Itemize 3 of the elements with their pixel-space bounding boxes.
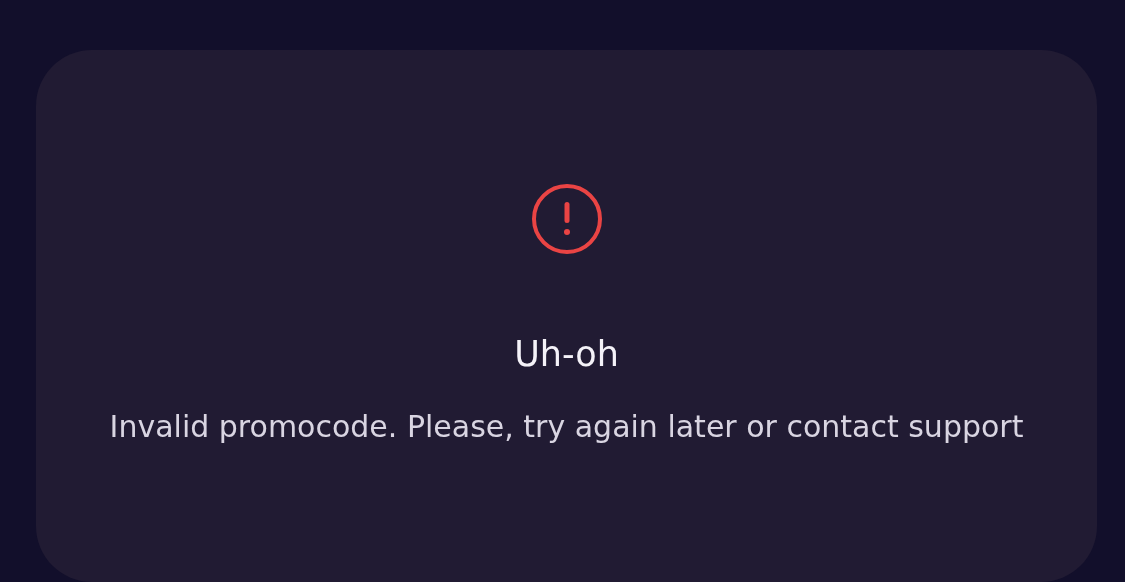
alert-title: Uh-oh [514, 334, 619, 374]
alert-message: Invalid promocode. Please, try again later or contact support [108, 408, 1025, 446]
warning-icon [529, 182, 604, 256]
